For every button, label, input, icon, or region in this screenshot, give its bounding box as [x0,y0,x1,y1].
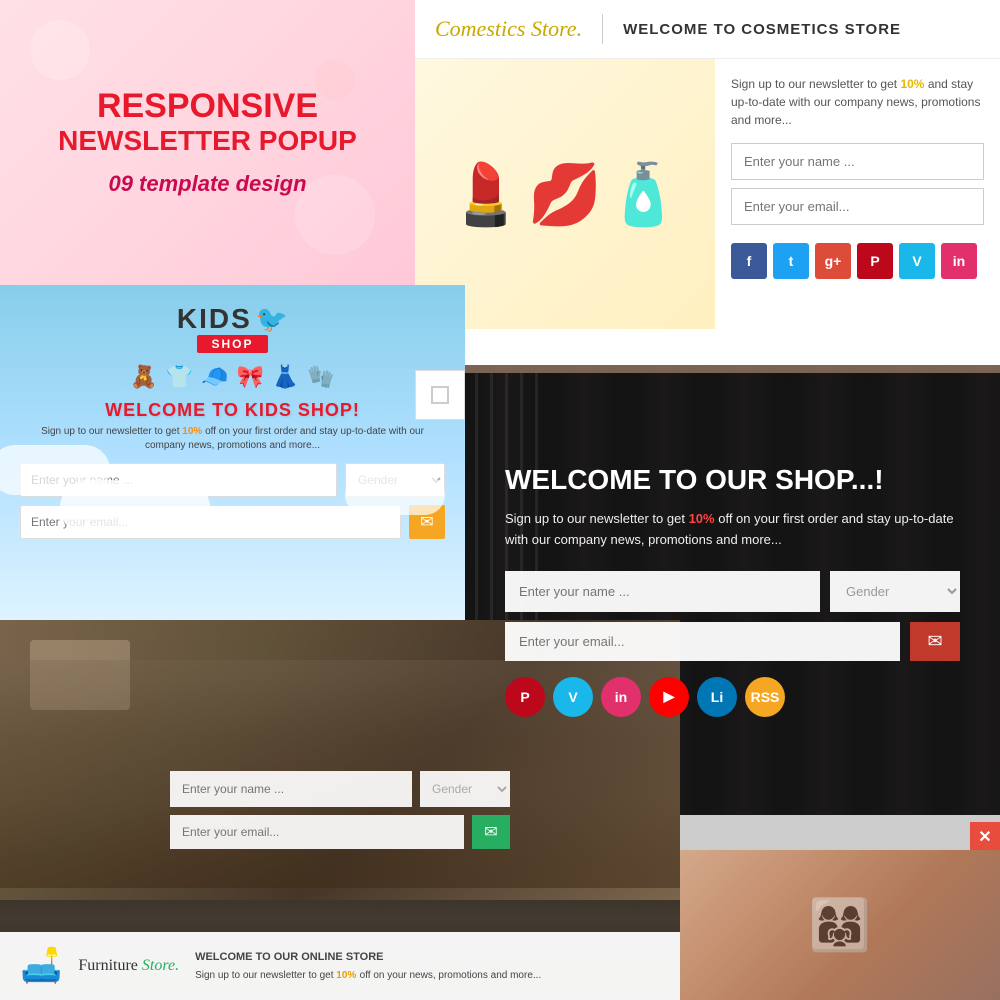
furniture-form-row1: Gender Male Female [170,771,510,807]
title-line2: NEWSLETTER POPUP [58,126,357,157]
fashion-title: WELCOME TO OUR SHOP...! [505,463,960,497]
fashion-linkedin-btn[interactable]: Li [697,677,737,717]
subtitle: 09 template design [108,171,306,197]
furniture-footer: 🛋️ Furniture Store. WELCOME TO OUR ONLIN… [0,932,680,1000]
fashion-pinterest-btn[interactable]: P [505,677,545,717]
furniture-logo-icon: 🛋️ [20,946,62,986]
fashion-instagram-btn[interactable]: in [601,677,641,717]
fashion-gender-select[interactable]: Gender Male Female [830,571,960,612]
main-title: RESPONSIVE NEWSLETTER POPUP [58,88,357,156]
cosmetics-email-input[interactable] [731,188,984,225]
furniture-submit-icon: ✉ [484,822,497,842]
cosmetics-header: Comestics Store. WELCOME TO COSMETICS ST… [415,0,1000,59]
fashion-desc: Sign up to our newsletter to get 10% off… [505,509,960,551]
cosmetics-form: Sign up to our newsletter to get 10% and… [715,59,1000,329]
fashion-submit-icon: ✉ [927,631,942,652]
deco-circle [30,20,90,80]
kids-shop-badge: SHOP [197,335,267,353]
kids-welcome-text: WELCOME TO KIDS SHOP! [0,400,465,421]
kids-submit-icon: ✉ [420,512,433,532]
furniture-form: Gender Male Female ✉ [170,771,510,849]
social-vimeo-btn[interactable]: V [899,243,935,279]
kids-logo: KIDS 🐦 SHOP [177,303,288,353]
fashion-form-row2: ✉ [505,622,960,661]
cosmetics-logo: Comestics Store. [435,16,582,42]
furniture-footer-text: WELCOME TO OUR ONLINE STORE Sign up to o… [195,949,660,984]
checkbox[interactable] [431,386,449,404]
kids-clothes-decoration: 🧸 👕 🧢 🎀 👗 🧤 [0,358,465,396]
furniture-submit-button[interactable]: ✉ [472,815,510,849]
header-divider [602,14,603,44]
deco-circle3 [315,60,355,100]
photo-background: 👩‍👩‍👧 [680,850,1000,1000]
cosmetics-social-row: f t g+ P V in [731,243,984,279]
deco-circle2 [295,175,375,255]
fashion-submit-button[interactable]: ✉ [910,622,960,661]
title-line1: RESPONSIVE [58,88,357,125]
furniture-name-input[interactable] [170,771,412,807]
cosmetics-welcome-text: WELCOME TO COSMETICS STORE [623,21,901,38]
kids-bird: 🐦 [256,304,288,335]
furniture-form-row2: ✉ [170,815,510,849]
fashion-vimeo-btn[interactable]: V [553,677,593,717]
cosmetics-panel: Comestics Store. WELCOME TO COSMETICS ST… [415,0,1000,365]
social-google-btn[interactable]: g+ [815,243,851,279]
cosmetics-signup: Sign up to our newsletter to get 10% and… [731,75,984,129]
photo-panel: 👩‍👩‍👧 [680,850,1000,1000]
fashion-rss-btn[interactable]: RSS [745,677,785,717]
kids-panel: KIDS 🐦 SHOP 🧸 👕 🧢 🎀 👗 🧤 WELCOME TO KIDS … [0,285,465,625]
fashion-photo-people: 👩‍👩‍👧 [809,896,871,955]
cosmetics-name-input[interactable] [731,143,984,180]
furniture-gender-select[interactable]: Gender Male Female [420,771,510,807]
furniture-brand: Furniture Store. [78,957,179,975]
furniture-email-input[interactable] [170,815,464,849]
cloud-center [60,480,210,535]
fashion-form-row1: Gender Male Female [505,571,960,612]
cloud-right [345,475,445,515]
fashion-youtube-btn[interactable]: ▶ [649,677,689,717]
product-icons: 💄💋🧴 [449,159,681,230]
fashion-email-input[interactable] [505,622,900,661]
checkbox-area[interactable] [415,370,465,420]
fashion-name-input[interactable] [505,571,820,612]
fashion-social-row: P V in ▶ Li RSS [505,677,960,717]
kids-header: KIDS 🐦 SHOP [0,285,465,358]
banner-panel: RESPONSIVE NEWSLETTER POPUP 09 template … [0,0,415,285]
social-twitter-btn[interactable]: t [773,243,809,279]
cosmetics-body: 💄💋🧴 Sign up to our newsletter to get 10%… [415,59,1000,329]
close-main-button[interactable]: ✕ [970,822,1000,852]
social-facebook-btn[interactable]: f [731,243,767,279]
social-pinterest-btn[interactable]: P [857,243,893,279]
social-instagram-btn[interactable]: in [941,243,977,279]
